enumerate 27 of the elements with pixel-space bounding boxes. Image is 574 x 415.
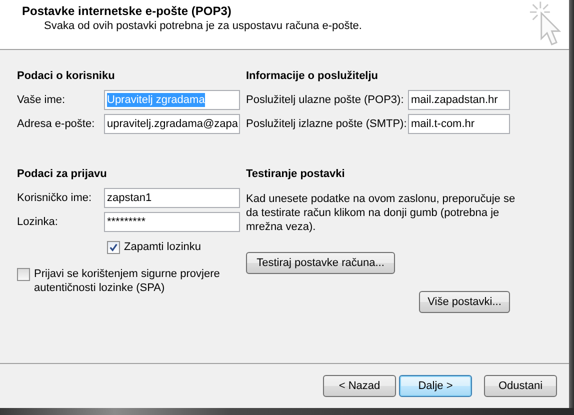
wizard-button[interactable]: Dalje > <box>399 375 472 397</box>
text-field[interactable]: ********* <box>104 212 240 232</box>
dialog-subtitle: Svaka od ovih postavki potrebna je za uspostavu računa e-pošte. <box>43 19 362 34</box>
text-field[interactable]: mail.zapadstan.hr <box>408 90 510 110</box>
checkbox-label: Zapamti lozinku <box>124 241 202 253</box>
dialog-title: Postavke internetske e-pošte (POP3) <box>22 3 232 19</box>
field-label: Lozinka: <box>17 216 59 228</box>
section-heading: Podaci za prijavu <box>17 167 108 182</box>
text-field[interactable]: zapstan1 <box>104 188 240 208</box>
checkbox[interactable] <box>17 268 30 281</box>
text-field[interactable]: mail.t-com.hr <box>408 114 510 134</box>
section-heading: Informacije o poslužitelju <box>246 69 380 84</box>
section-heading: Podaci o korisniku <box>17 69 116 84</box>
checkbox-label: Prijavi se korištenjem sigurne provjere autentičnosti lozinke (SPA) <box>34 267 221 295</box>
field-label: Korisničko ime: <box>17 192 93 204</box>
wizard-button[interactable]: < Nazad <box>323 375 396 397</box>
field-label: Poslužitelj ulazne pošte (POP3): <box>246 94 405 106</box>
field-label: Poslužitelj izlazne pošte (SMTP): <box>246 118 408 130</box>
more-settings-button[interactable]: Više postavki... <box>419 291 510 313</box>
wizard-button[interactable]: Odustani <box>484 375 557 397</box>
section-heading: Testiranje postavki <box>246 167 346 182</box>
field-label: Adresa e-pošte: <box>17 118 96 130</box>
text-field[interactable]: upravitelj.zgradama@zapa <box>104 114 240 134</box>
checkbox[interactable] <box>107 241 120 254</box>
test-settings-button[interactable]: Testiraj postavke računa... <box>246 252 395 274</box>
instruction-text: Kad unesete podatke na ovom zaslonu, preporučuje se da testirate račun klikom na donji gumb (potrebna je mrežna veza). <box>246 192 516 234</box>
field-label: Vaše ime: <box>17 94 66 106</box>
